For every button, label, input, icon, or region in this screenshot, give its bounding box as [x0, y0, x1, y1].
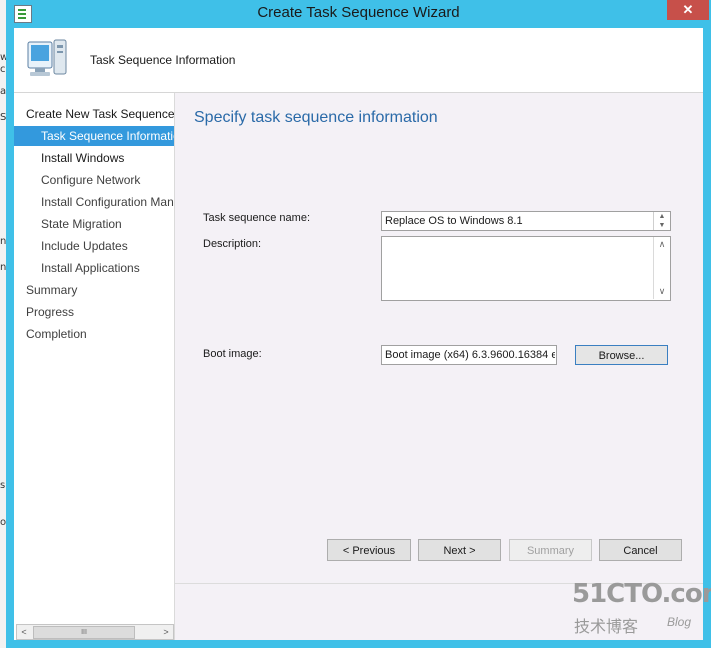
nav-step-configure-network[interactable]: Configure Network — [14, 170, 174, 190]
close-button[interactable]: ✕ — [667, 0, 709, 20]
task-sequence-name-label: Task sequence name: — [203, 212, 311, 224]
wizard-header: Task Sequence Information — [14, 28, 703, 93]
scroll-thumb[interactable]: III — [33, 626, 135, 639]
wizard-step-navigation: Create New Task Sequence Task Sequence I… — [14, 93, 175, 640]
description-textarea[interactable]: ∧ ∨ — [381, 236, 671, 301]
boot-image-label: Boot image: — [203, 348, 262, 360]
page-title: Specify task sequence information — [194, 109, 438, 126]
wizard-window: Create Task Sequence Wizard ✕ Task Seque… — [6, 0, 711, 648]
task-sequence-name-input[interactable]: Replace OS to Windows 8.1 ▲ ▼ — [381, 211, 671, 231]
spin-up-icon[interactable]: ▲ — [654, 212, 670, 221]
description-scrollbar[interactable]: ∧ ∨ — [653, 237, 670, 299]
previous-button[interactable]: < Previous — [327, 539, 411, 561]
site-watermark: 51CTO.com 技术博客 Blog — [572, 579, 711, 639]
scroll-right-icon[interactable]: > — [159, 625, 173, 639]
nav-step-completion[interactable]: Completion — [14, 324, 174, 344]
nav-step-install-windows[interactable]: Install Windows — [14, 148, 174, 168]
header-title: Task Sequence Information — [90, 53, 236, 67]
scroll-left-icon[interactable]: < — [17, 625, 31, 639]
nav-step-task-sequence-information[interactable]: Task Sequence Information — [14, 126, 174, 146]
nav-step-install-applications[interactable]: Install Applications — [14, 258, 174, 278]
nav-step-install-configuration-manager[interactable]: Install Configuration Manager — [14, 192, 174, 212]
description-label: Description: — [203, 238, 262, 250]
scroll-up-icon[interactable]: ∧ — [654, 239, 670, 250]
scroll-down-icon[interactable]: ∨ — [654, 286, 670, 297]
browse-button[interactable]: Browse... — [575, 345, 668, 365]
boot-image-field: Boot image (x64) 6.3.9600.16384 en-US — [381, 345, 557, 365]
name-field-spinner[interactable]: ▲ ▼ — [653, 212, 670, 230]
computer-wizard-icon — [27, 39, 67, 76]
task-sequence-name-value: Replace OS to Windows 8.1 — [385, 215, 523, 227]
next-button[interactable]: Next > — [418, 539, 501, 561]
nav-step-progress[interactable]: Progress — [14, 302, 174, 322]
nav-step-summary[interactable]: Summary — [14, 280, 174, 300]
nav-step-include-updates[interactable]: Include Updates — [14, 236, 174, 256]
cancel-button[interactable]: Cancel — [599, 539, 682, 561]
title-bar[interactable]: Create Task Sequence Wizard ✕ — [6, 0, 711, 28]
watermark-blog: Blog — [667, 615, 692, 629]
spin-down-icon[interactable]: ▼ — [654, 221, 670, 230]
summary-button[interactable]: Summary — [509, 539, 592, 561]
nav-step-create-new-task-sequence[interactable]: Create New Task Sequence — [14, 104, 174, 124]
boot-image-value: Boot image (x64) 6.3.9600.16384 en-US — [385, 349, 555, 361]
nav-step-state-migration[interactable]: State Migration — [14, 214, 174, 234]
watermark-subtitle: 技术博客 — [574, 617, 639, 636]
window-title: Create Task Sequence Wizard — [257, 4, 460, 21]
nav-horizontal-scrollbar[interactable]: < III > — [16, 624, 174, 640]
watermark-domain: 51CTO.com — [572, 579, 711, 609]
